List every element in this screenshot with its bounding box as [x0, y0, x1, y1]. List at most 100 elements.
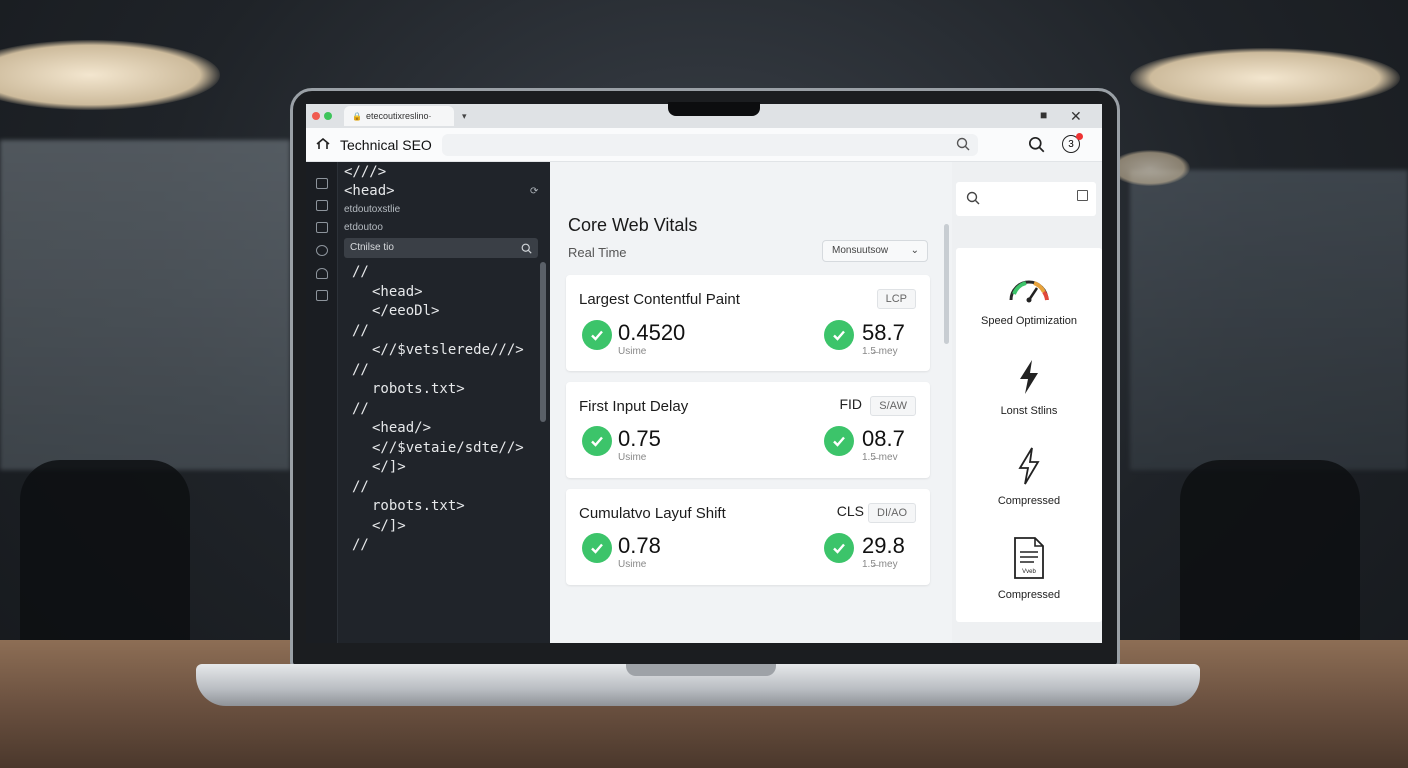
vital-tag: LCP [876, 289, 916, 309]
code-line: // [352, 478, 369, 495]
check-icon [582, 533, 612, 563]
vital-score-unit: 1.5̶ mey [862, 559, 898, 570]
vital-abbr: CLS [836, 503, 864, 519]
code-line: </]> [372, 517, 406, 534]
links-icon[interactable] [316, 245, 328, 256]
code-line: etdoutoo [344, 222, 383, 233]
tab-dropdown-icon[interactable]: ▾ [462, 111, 467, 122]
notification-dot [1076, 133, 1083, 140]
code-line: <head> [372, 283, 423, 300]
toolbar: Technical SEO 3 [306, 128, 1102, 162]
code-line: </]> [372, 459, 406, 475]
screen: 🔒 etecoutixreslino· ▾ ■ ✕ Technical SEO … [306, 104, 1102, 643]
vital-card-cls[interactable]: Cumulatvo Layuf Shift CLS DI/AO 0.78 Usi… [566, 489, 930, 585]
right-sidebar: Speed Optimization Lonst Stlins Compress… [952, 162, 1102, 643]
check-icon [582, 426, 612, 456]
code-line: // [352, 322, 369, 339]
vital-value: 0.75 [618, 426, 661, 451]
check-icon [824, 320, 854, 350]
vital-name: First Input Delay [579, 398, 689, 415]
code-line: // [352, 361, 369, 378]
vital-tag: DI/AO [868, 503, 916, 523]
check-icon [824, 533, 854, 563]
search-icon[interactable] [956, 137, 970, 156]
chat-icon[interactable] [316, 268, 328, 279]
laptop-base [196, 664, 1200, 706]
tool-compressed[interactable]: Compressed [956, 446, 1102, 507]
check-icon [582, 320, 612, 350]
range-select[interactable]: Monsuutsow ⌄ [822, 240, 928, 262]
code-pane: <///> <head> ⟳ etdoutoxstlie etdoutoo Ct… [306, 162, 550, 643]
background-window-left [0, 140, 290, 470]
background-window-right [1130, 170, 1408, 470]
code-line: <head/> [372, 420, 432, 436]
tool-label: Speed Optimization [981, 315, 1077, 327]
vital-tag: S/AW [870, 396, 916, 416]
app-title: Technical SEO [340, 136, 432, 153]
code-scrollbar[interactable] [540, 262, 546, 422]
vital-value: 0.78 [618, 533, 661, 558]
tool-compressed-document[interactable]: Vveb Compressed [956, 536, 1102, 601]
lock-icon: 🔒 [352, 111, 362, 121]
lightning-outline-icon [1018, 447, 1040, 485]
code-line: etdoutoxstlie [344, 204, 401, 215]
tool-speed-optimization[interactable]: Speed Optimization [956, 270, 1102, 327]
code-search-input[interactable]: Ctnilse tio [344, 238, 538, 258]
gauge-icon [1009, 280, 1049, 303]
vital-value: 0.4520 [618, 320, 686, 345]
vital-card-fid[interactable]: First Input Delay FID S/AW 0.75 Usime 08… [566, 382, 930, 478]
lightning-icon [1020, 360, 1038, 394]
page-subtitle: Real Time [568, 245, 627, 260]
toolbar-search-icon[interactable] [1028, 136, 1045, 158]
vital-score: 08.7 [862, 426, 905, 451]
vital-name: Largest Contentful Paint [579, 291, 740, 308]
code-line: <//$vetslerede///> [372, 342, 524, 358]
close-icon[interactable]: ✕ [1070, 108, 1082, 125]
tab-title: etecoutixreslino· [365, 111, 432, 121]
address-bar[interactable] [441, 133, 978, 156]
close-dot[interactable] [312, 112, 320, 120]
check-icon [824, 426, 854, 456]
background-lamp-small [1110, 150, 1190, 186]
vital-unit: Usime [618, 346, 647, 357]
code-search-label: Ctnilse tio [350, 242, 394, 253]
code-line: // [352, 400, 369, 417]
code-line: // [352, 264, 369, 280]
refresh-icon[interactable]: ⟳ [530, 186, 538, 197]
vital-score-unit: 1.5̶ mey [862, 346, 898, 357]
vital-card-lcp[interactable]: Largest Contentful Paint LCP 0.4520 Usim… [566, 275, 930, 371]
background-lamp-right [1130, 48, 1400, 108]
maximize-icon[interactable]: ■ [1040, 108, 1047, 122]
external-link-icon[interactable] [1077, 190, 1088, 201]
code-line: robots.txt> [372, 498, 465, 514]
image-icon[interactable] [316, 290, 328, 301]
sidebar-search-input[interactable] [956, 182, 1096, 216]
vital-name: Cumulatvo Layuf Shift [579, 505, 726, 522]
zoom-dot[interactable] [324, 112, 332, 120]
document-icon-text: Vveb [1022, 569, 1036, 575]
background-chair-right [1180, 460, 1360, 650]
tool-label: Compressed [997, 589, 1061, 601]
code-line: <head> [344, 183, 395, 199]
laptop-base-notch [626, 664, 776, 676]
code-search-icon[interactable] [521, 242, 532, 262]
browser-tab[interactable]: 🔒 etecoutixreslino· [344, 106, 454, 126]
code-line: robots.txt> [372, 381, 465, 397]
vital-score: 29.8 [862, 533, 905, 558]
vital-abbr: FID [839, 396, 862, 412]
structure-icon[interactable] [316, 200, 328, 211]
page-title: Core Web Vitals [568, 215, 698, 235]
tool-lonst-stlins[interactable]: Lonst Stlins [956, 358, 1102, 417]
notification-icon[interactable]: 3 [1062, 133, 1083, 153]
vitals-pane: Core Web Vitals Real Time Monsuutsow ⌄ L… [550, 162, 952, 643]
files-icon[interactable] [316, 178, 328, 189]
chevron-down-icon: ⌄ [910, 245, 919, 256]
range-select-value: Monsuutsow [832, 245, 889, 256]
sidebar-search-icon[interactable] [966, 191, 980, 210]
main-scrollbar[interactable] [944, 224, 949, 344]
vital-score: 58.7 [862, 320, 905, 345]
editor-icon[interactable] [316, 222, 328, 233]
code-line: <///> [344, 164, 387, 180]
background-lamp-left [0, 40, 220, 110]
home-icon[interactable] [316, 137, 332, 153]
